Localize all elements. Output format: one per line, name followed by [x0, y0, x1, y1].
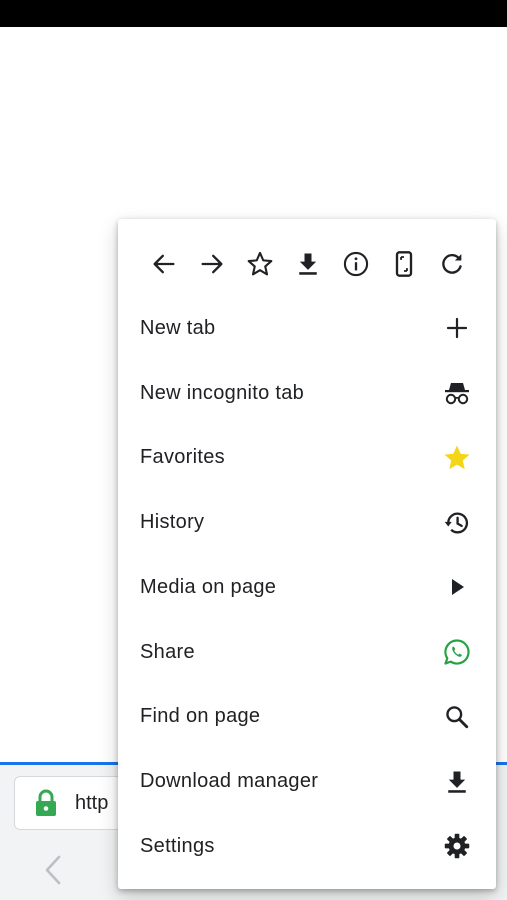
- gear-icon: [440, 829, 474, 863]
- bookmark-button[interactable]: [236, 243, 284, 285]
- refresh-icon: [442, 253, 462, 274]
- page-info-button[interactable]: [332, 243, 380, 285]
- arrow-left-icon: [153, 254, 175, 274]
- menu-item-label: Settings: [140, 834, 215, 857]
- menu-item-media-on-page[interactable]: Media on page: [118, 555, 496, 620]
- incognito-icon: [440, 376, 474, 410]
- desktop-site-button[interactable]: [380, 243, 428, 285]
- toolbar-back-button[interactable]: [38, 852, 68, 888]
- menu-item-new-incognito-tab[interactable]: New incognito tab: [118, 361, 496, 426]
- menu-item-label: History: [140, 511, 205, 534]
- menu-item-label: Find on page: [140, 705, 261, 728]
- star-filled-icon: [440, 441, 474, 475]
- menu-item-history[interactable]: History: [118, 490, 496, 555]
- info-icon: [343, 251, 369, 277]
- menu-item-label: Media on page: [140, 575, 277, 598]
- menu-item-label: Share: [140, 640, 195, 663]
- download-icon: [440, 765, 474, 799]
- menu-item-label: Favorites: [140, 446, 225, 469]
- menu-item-favorites[interactable]: Favorites: [118, 426, 496, 491]
- menu-item-find-on-page[interactable]: Find on page: [118, 685, 496, 750]
- forward-button[interactable]: [188, 243, 236, 285]
- download-icon: [299, 253, 317, 275]
- menu-item-share[interactable]: Share: [118, 620, 496, 685]
- search-icon: [440, 700, 474, 734]
- desktop-site-icon: [395, 251, 413, 277]
- plus-icon: [440, 311, 474, 345]
- lock-icon: [33, 789, 59, 817]
- chevron-left-icon: [45, 855, 61, 885]
- menu-item-new-tab[interactable]: New tab: [118, 296, 496, 361]
- back-button[interactable]: [140, 243, 188, 285]
- whatsapp-icon: [440, 635, 474, 669]
- menu-item-label: New tab: [140, 316, 216, 339]
- menu-item-download-manager[interactable]: Download manager: [118, 749, 496, 814]
- arrow-right-icon: [201, 254, 223, 274]
- star-outline-icon: [247, 251, 273, 276]
- menu-item-label: New incognito tab: [140, 381, 305, 404]
- history-icon: [440, 506, 474, 540]
- menu-item-settings[interactable]: Settings: [118, 814, 496, 879]
- menu-item-label: Download manager: [140, 770, 319, 793]
- menu-item-list: New tab New incognito tab Favorites Hist…: [118, 296, 496, 879]
- download-page-button[interactable]: [284, 243, 332, 285]
- overflow-menu: New tab New incognito tab Favorites Hist…: [118, 219, 496, 889]
- play-icon: [440, 570, 474, 604]
- menu-icon-row: [140, 243, 476, 285]
- status-bar: [0, 0, 507, 27]
- reload-button[interactable]: [428, 243, 476, 285]
- url-text: http: [75, 791, 109, 814]
